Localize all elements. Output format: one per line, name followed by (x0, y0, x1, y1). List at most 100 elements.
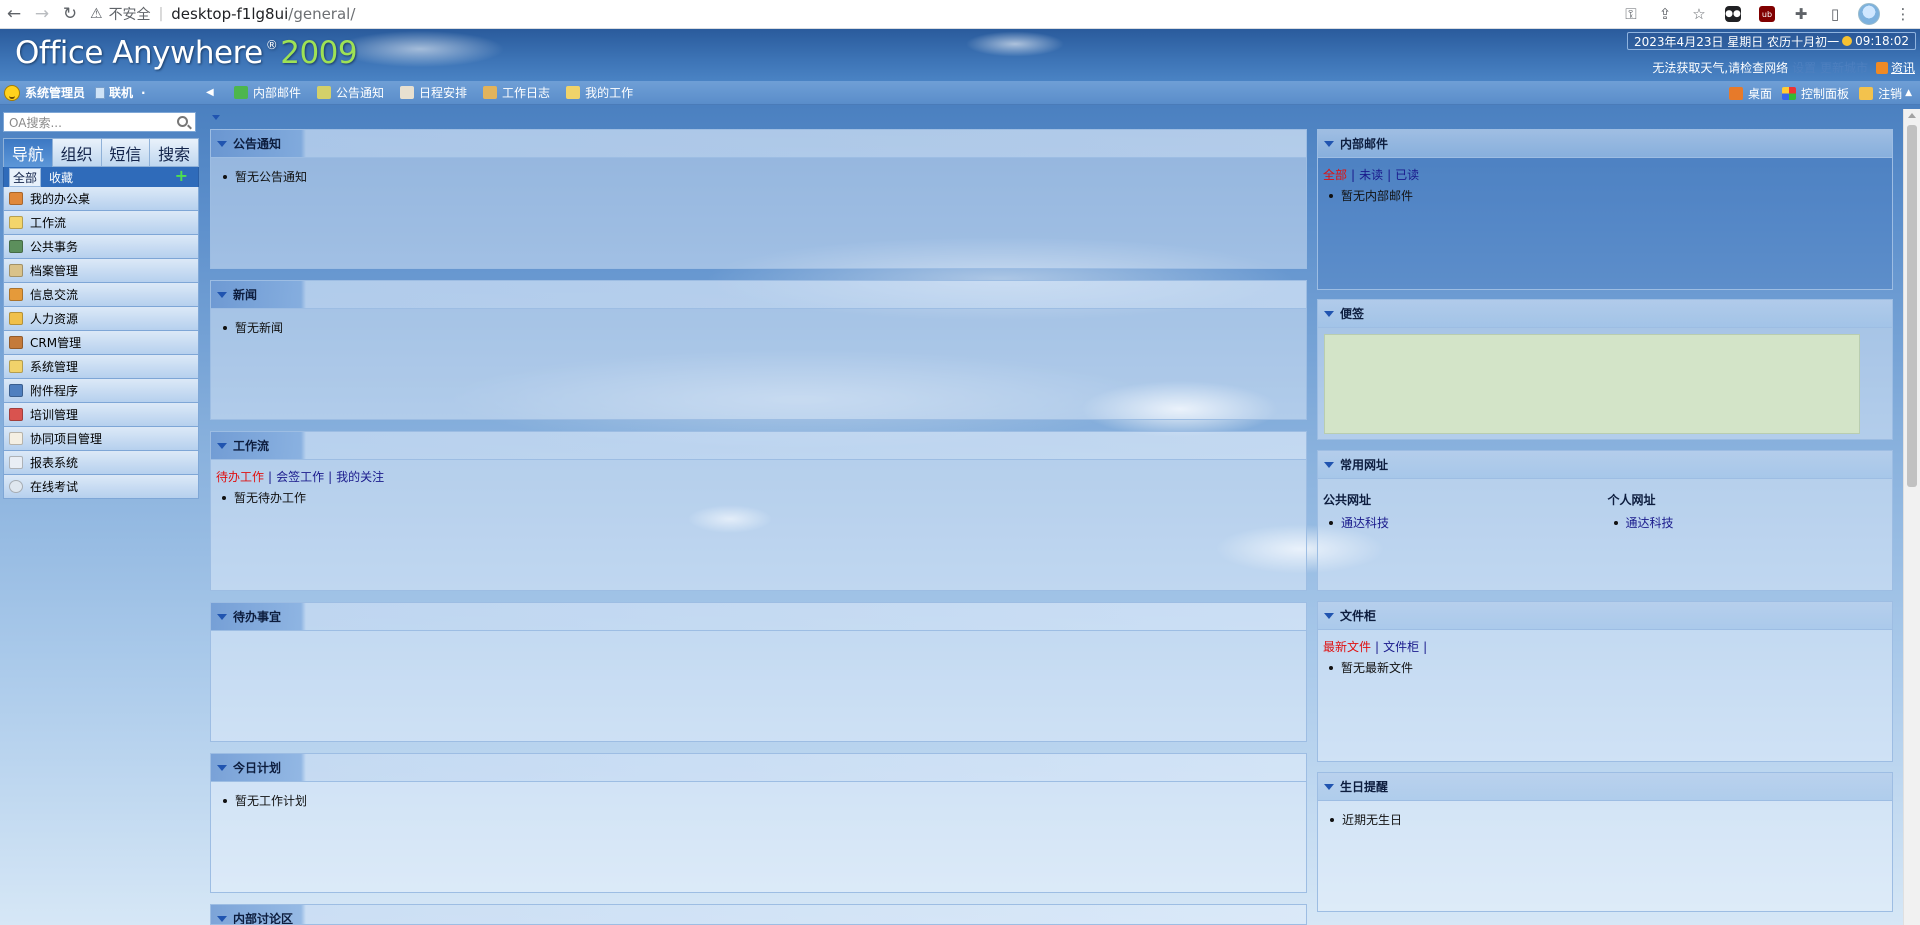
triangle-down-icon[interactable] (217, 613, 227, 620)
share-icon[interactable]: ⇪ (1648, 0, 1682, 28)
back-arrow-icon[interactable]: ← (0, 0, 28, 28)
sidebar-item-attachments[interactable]: 附件程序 (4, 379, 198, 403)
triangle-down-icon[interactable] (217, 291, 227, 298)
empty-message: 近期无生日 (1330, 811, 1892, 828)
triangle-down-icon[interactable] (217, 442, 227, 449)
sidebar-item-my-desk[interactable]: 我的办公桌 (4, 187, 198, 211)
tab-sms[interactable]: 短信 (101, 138, 151, 167)
add-favorite-icon[interactable]: + (175, 168, 188, 184)
sidebar-item-system[interactable]: 系统管理 (4, 355, 198, 379)
online-status[interactable]: 联机 (109, 84, 133, 101)
triangle-down-icon[interactable] (1324, 140, 1334, 147)
sidebar-item-reports[interactable]: 报表系统 (4, 451, 198, 475)
sidebar-item-archives[interactable]: 档案管理 (4, 259, 198, 283)
profile-avatar[interactable] (1852, 0, 1886, 28)
sidebar-item-workflow[interactable]: 工作流 (4, 211, 198, 235)
portlet-header[interactable]: 内部讨论区 (211, 905, 1306, 924)
toolbar-calendar[interactable]: 日程安排 (400, 84, 467, 101)
portlet-title: 常用网址 (1340, 458, 1389, 472)
triangle-down-icon[interactable] (217, 764, 227, 771)
toolbar-worklog[interactable]: 工作日志 (483, 84, 550, 101)
sidebar-item-crm[interactable]: CRM管理 (4, 331, 198, 355)
url-path: /general/ (288, 5, 356, 23)
mail-icon (234, 86, 248, 99)
extension-dark-icon[interactable]: ●● (1716, 0, 1750, 28)
link-file-cabinet[interactable]: 文件柜 (1383, 640, 1419, 654)
portlet-header[interactable]: 生日提醒 (1318, 773, 1892, 801)
scroll-up-icon[interactable] (1908, 113, 1916, 118)
portlet-mail: 内部邮件 全部 | 未读 | 已读 暂无内部邮件 (1317, 129, 1893, 290)
portlet-header[interactable]: 今日计划 (211, 754, 1306, 782)
link-my-following[interactable]: 我的关注 (336, 470, 384, 484)
page-scrollbar[interactable] (1903, 109, 1920, 925)
sidebar-item-exam[interactable]: 在线考试 (4, 475, 198, 499)
reload-icon[interactable]: ↻ (56, 0, 84, 28)
link-all-mail[interactable]: 全部 (1323, 168, 1347, 182)
sidebar-item-hr[interactable]: 人力资源 (4, 307, 198, 331)
triangle-down-icon[interactable] (1324, 461, 1334, 468)
portlet-header[interactable]: 便签 (1318, 300, 1892, 328)
portlet-header[interactable]: 工作流 (211, 432, 1306, 460)
toolbar-desktop-label: 桌面 (1748, 86, 1773, 101)
key-icon[interactable]: ⚿ (1614, 0, 1648, 28)
toolbar-logout-label: 注销 (1878, 86, 1903, 101)
toolbar-mail[interactable]: 内部邮件 (234, 84, 301, 101)
toolbar-notice[interactable]: 公告通知 (317, 84, 384, 101)
toolbar-desktop[interactable]: 桌面 (1729, 85, 1772, 102)
portlet-header[interactable]: 文件柜 (1318, 602, 1892, 630)
link-pending-work[interactable]: 待办工作 (216, 470, 264, 484)
url-columns: 公共网址 通达科技 个人网址 通达科技 (1323, 491, 1892, 531)
sidebar-item-project[interactable]: 协同项目管理 (4, 427, 198, 451)
portlet-header[interactable]: 常用网址 (1318, 451, 1892, 479)
portlet-header[interactable]: 新闻 (211, 281, 1306, 309)
memo-textarea[interactable] (1324, 334, 1860, 434)
empty-message: 暂无内部邮件 (1329, 187, 1892, 204)
status-dot: · (141, 85, 146, 100)
sidebar-item-info-exchange[interactable]: 信息交流 (4, 283, 198, 307)
toolbar-calendar-label: 日程安排 (419, 86, 468, 100)
toolbar-control-panel[interactable]: 控制面板 (1782, 85, 1849, 102)
link-unread-mail[interactable]: 未读 (1359, 168, 1383, 182)
collapse-left-icon[interactable]: ◀ (206, 87, 218, 98)
link-read-mail[interactable]: 已读 (1395, 168, 1419, 182)
oa-search-input[interactable]: OA搜索... (3, 112, 196, 132)
user-name[interactable]: 系统管理员 (25, 84, 85, 101)
sidepanel-icon[interactable]: ▯ (1818, 0, 1852, 28)
public-url-link[interactable]: 通达科技 (1329, 514, 1608, 531)
subtab-all[interactable]: 全部 (9, 167, 42, 187)
collapse-top-icon[interactable] (212, 115, 220, 120)
tab-navigation[interactable]: 导航 (3, 138, 53, 167)
puzzle-icon[interactable]: ✚ (1784, 0, 1818, 28)
public-urls-heading: 公共网址 (1323, 493, 1372, 507)
tab-search[interactable]: 搜索 (150, 138, 199, 167)
forward-arrow-icon[interactable]: → (28, 0, 56, 28)
triangle-down-icon[interactable] (217, 915, 227, 922)
scroll-thumb[interactable] (1907, 125, 1917, 487)
toolbar-mywork[interactable]: 我的工作 (566, 84, 633, 101)
address-bar[interactable]: ⚠ 不安全 | desktop-f1lg8ui /general/ (90, 2, 355, 26)
toolbar-logout[interactable]: 注销 ▲ (1859, 85, 1912, 102)
weather-settings-link[interactable]: 设置 更新城市 (1792, 59, 1868, 76)
triangle-down-icon[interactable] (1324, 310, 1334, 317)
portlet-header[interactable]: 待办事宜 (211, 603, 1306, 631)
portlet-header[interactable]: 内部邮件 (1318, 130, 1892, 158)
more-menu-icon[interactable]: ⋮ (1886, 0, 1920, 28)
link-countersign-work[interactable]: 会签工作 (276, 470, 324, 484)
empty-message: 暂无公告通知 (223, 168, 1306, 185)
subtab-favorites[interactable]: 收藏 (46, 169, 76, 186)
triangle-down-icon[interactable] (1324, 612, 1334, 619)
sidebar-item-training[interactable]: 培训管理 (4, 403, 198, 427)
portlet-header[interactable]: 公告通知 (211, 130, 1306, 158)
search-icon[interactable] (177, 116, 188, 127)
link-latest-files[interactable]: 最新文件 (1323, 640, 1371, 654)
portlet-files: 文件柜 最新文件 | 文件柜 | 暂无最新文件 (1317, 601, 1893, 762)
star-icon[interactable]: ☆ (1682, 0, 1716, 28)
portlet-title: 新闻 (233, 288, 258, 302)
sidebar-item-public-affairs[interactable]: 公共事务 (4, 235, 198, 259)
triangle-down-icon[interactable] (217, 140, 227, 147)
triangle-down-icon[interactable] (1324, 783, 1334, 790)
ublock-icon[interactable]: ub (1750, 0, 1784, 28)
news-link[interactable]: 资讯 (1891, 59, 1915, 76)
tab-organization[interactable]: 组织 (52, 138, 102, 167)
personal-url-link[interactable]: 通达科技 (1614, 514, 1893, 531)
